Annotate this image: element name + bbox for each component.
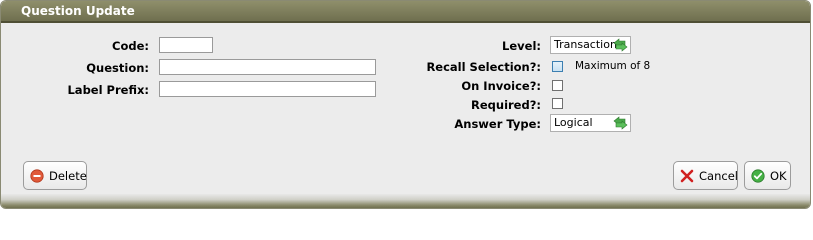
dialog-title: Question Update	[1, 1, 810, 23]
up-down-arrows-icon	[613, 38, 628, 52]
cancel-button[interactable]: Cancel	[673, 161, 738, 190]
required-label: Required?:	[471, 98, 541, 112]
recall-selection-note: Maximum of 8	[575, 60, 651, 72]
dialog-footer-bar	[1, 194, 810, 208]
required-checkbox[interactable]	[552, 98, 563, 109]
minus-circle-icon	[30, 168, 44, 183]
up-down-arrows-icon	[613, 116, 628, 130]
question-label: Question:	[86, 61, 149, 75]
recall-selection-label: Recall Selection?:	[426, 60, 541, 74]
cancel-button-label: Cancel	[699, 168, 738, 183]
answer-type-select-value: Logical	[554, 116, 593, 129]
code-input[interactable]	[159, 37, 213, 53]
x-icon	[680, 169, 694, 182]
answer-type-select[interactable]: Logical	[550, 114, 631, 132]
label-prefix-input[interactable]	[159, 81, 376, 97]
code-label: Code:	[112, 39, 149, 53]
question-input[interactable]	[159, 59, 376, 75]
on-invoice-checkbox[interactable]	[552, 80, 563, 91]
check-circle-icon	[751, 168, 765, 183]
question-update-dialog: Question Update Code: Question: Label Pr…	[0, 0, 811, 209]
label-prefix-label: Label Prefix:	[67, 83, 149, 97]
level-label: Level:	[502, 39, 541, 53]
ok-button-label: OK	[770, 168, 787, 183]
recall-selection-checkbox[interactable]	[552, 61, 563, 72]
ok-button[interactable]: OK	[744, 161, 791, 190]
level-select-value: Transaction	[554, 38, 617, 51]
level-select[interactable]: Transaction	[550, 36, 631, 54]
answer-type-label: Answer Type:	[454, 117, 541, 131]
delete-button[interactable]: Delete	[23, 161, 87, 190]
delete-button-label: Delete	[49, 168, 87, 183]
on-invoice-label: On Invoice?:	[461, 79, 541, 93]
